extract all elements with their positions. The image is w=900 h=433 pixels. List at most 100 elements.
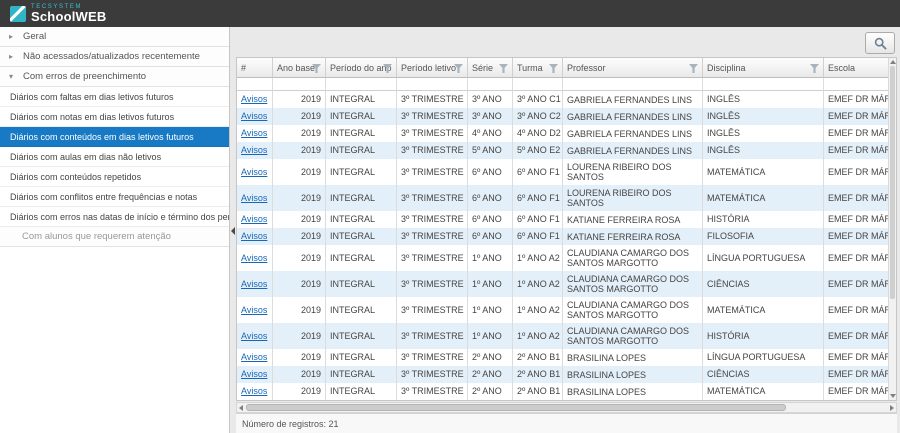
column-header-escola[interactable]: Escola	[824, 58, 888, 78]
cell-disciplina: CIÊNCIAS	[703, 366, 824, 383]
vscroll-thumb[interactable]	[890, 66, 895, 299]
search-button[interactable]	[865, 32, 895, 54]
top-bar: TECSYSTEM SchoolWEB	[0, 0, 900, 27]
column-header-label: Período letivo	[401, 63, 456, 73]
scroll-right-icon[interactable]	[890, 405, 894, 411]
filter-cell-professor[interactable]	[563, 78, 703, 91]
sidebar-item-diarios-com-conteudos-em-dias-letivos-futu[interactable]: Diários com conteúdos em dias letivos fu…	[0, 127, 229, 147]
logo-text: TECSYSTEM SchoolWEB	[31, 4, 106, 23]
horizontal-scrollbar[interactable]	[236, 402, 897, 413]
cell-professor: LOURENA RIBEIRO DOS SANTOS	[563, 185, 703, 211]
avisos-link[interactable]: Avisos	[241, 231, 267, 241]
hscroll-thumb[interactable]	[246, 404, 786, 411]
cell-disciplina: MATEMÁTICA	[703, 297, 824, 323]
column-header-periodo-letivo[interactable]: Período letivo	[397, 58, 468, 78]
avisos-link[interactable]: Avisos	[241, 214, 267, 224]
avisos-link[interactable]: Avisos	[241, 193, 267, 203]
cell-escola: EMEF DR MÁRIO VE	[824, 383, 888, 400]
column-header-label: Série	[472, 63, 493, 73]
scroll-up-icon[interactable]	[890, 60, 896, 64]
cell-num: Avisos	[237, 108, 273, 125]
grid-header-row: #Ano basePeríodo do ano Período letivo Sér…	[237, 58, 888, 78]
cell-periodo_do_ano: INTEGRAL	[326, 91, 397, 108]
cell-turma: 2º ANO B1	[513, 349, 563, 366]
grid-filter-row	[237, 78, 888, 91]
sidebar-section-com-erros-de-preenchimento[interactable]: ▾Com erros de preenchimento	[0, 67, 229, 87]
filter-icon[interactable]	[549, 64, 558, 73]
avisos-link[interactable]: Avisos	[241, 369, 267, 379]
sidebar-section-label: Não acessados/atualizados recentemente	[23, 51, 200, 62]
filter-cell-num[interactable]	[237, 78, 273, 91]
cell-num: Avisos	[237, 211, 273, 228]
scroll-left-icon[interactable]	[239, 405, 243, 411]
cell-disciplina: HISTÓRIA	[703, 323, 824, 349]
cell-escola: EMEF DR MÁRIO VE	[824, 366, 888, 383]
cell-professor: CLAUDIANA CAMARGO DOS SANTOS MARGOTTO	[563, 323, 703, 349]
filter-cell-turma[interactable]	[513, 78, 563, 91]
column-header-professor[interactable]: Professor	[563, 58, 703, 78]
filter-cell-escola[interactable]	[824, 78, 888, 91]
avisos-link[interactable]: Avisos	[241, 253, 267, 263]
sidebar-section-nao-acessados-atualizados-recentemente[interactable]: ▸Não acessados/atualizados recentemente	[0, 47, 229, 67]
filter-cell-ano-base[interactable]	[273, 78, 326, 91]
cell-turma: 3º ANO C2	[513, 108, 563, 125]
cell-professor: CLAUDIANA CAMARGO DOS SANTOS MARGOTTO	[563, 297, 703, 323]
cell-ano_base: 2019	[273, 159, 326, 185]
filter-cell-serie[interactable]	[468, 78, 513, 91]
cell-ano_base: 2019	[273, 349, 326, 366]
column-header-turma[interactable]: Turma	[513, 58, 563, 78]
avisos-link[interactable]: Avisos	[241, 352, 267, 362]
avisos-link[interactable]: Avisos	[241, 386, 267, 396]
sidebar-item-diarios-com-aulas-em-dias-nao-letivos[interactable]: Diários com aulas em dias não letivos	[0, 147, 229, 167]
avisos-link[interactable]: Avisos	[241, 145, 267, 155]
column-header-num[interactable]: #	[237, 58, 273, 78]
sidebar-section-geral[interactable]: ▸Geral	[0, 27, 229, 47]
avisos-link[interactable]: Avisos	[241, 111, 267, 121]
sidebar-item-diarios-com-faltas-em-dias-letivos-futuros[interactable]: Diários com faltas em dias letivos futur…	[0, 87, 229, 107]
cell-ano_base: 2019	[273, 383, 326, 400]
cell-serie: 1º ANO	[468, 245, 513, 271]
sidebar-item-diarios-com-conteudos-repetidos[interactable]: Diários com conteúdos repetidos	[0, 167, 229, 187]
content-area: ▸Geral▸Não acessados/atualizados recente…	[0, 27, 900, 433]
cell-professor: KATIANE FERREIRA ROSA	[563, 228, 703, 245]
cell-escola: EMEF DR MÁRIO VE	[824, 271, 888, 297]
vertical-scrollbar[interactable]	[888, 58, 896, 400]
avisos-link[interactable]: Avisos	[241, 128, 267, 138]
cell-disciplina: CIÊNCIAS	[703, 271, 824, 297]
cell-periodo_letivo: 3º TRIMESTRE	[397, 185, 468, 211]
filter-cell-periodo-do-ano[interactable]	[326, 78, 397, 91]
sidebar-section-com-alunos-que-requerem-atencao[interactable]: Com alunos que requerem atenção	[0, 227, 229, 247]
filter-cell-disciplina[interactable]	[703, 78, 824, 91]
avisos-link[interactable]: Avisos	[241, 279, 267, 289]
sidebar-item-diarios-com-erros-nas-datas-de-inicio-e-te[interactable]: Diários com erros nas datas de início e …	[0, 207, 229, 227]
cell-num: Avisos	[237, 91, 273, 108]
sidebar-item-diarios-com-notas-em-dias-letivos-futuros[interactable]: Diários com notas em dias letivos futuro…	[0, 107, 229, 127]
main-panel: #Ano basePeríodo do ano Período letivo Sér…	[236, 27, 900, 433]
avisos-link[interactable]: Avisos	[241, 167, 267, 177]
column-header-periodo-do-ano[interactable]: Período do ano	[326, 58, 397, 78]
avisos-link[interactable]: Avisos	[241, 331, 267, 341]
grid-scroll-area: #Ano basePeríodo do ano Período letivo Sér…	[237, 58, 888, 400]
avisos-link[interactable]: Avisos	[241, 305, 267, 315]
column-header-ano-base[interactable]: Ano base	[273, 58, 326, 78]
filter-icon[interactable]	[810, 64, 819, 73]
filter-icon[interactable]	[689, 64, 698, 73]
cell-serie: 6º ANO	[468, 159, 513, 185]
avisos-link[interactable]: Avisos	[241, 94, 267, 104]
sidebar-section-label: Com alunos que requerem atenção	[22, 231, 171, 242]
filter-cell-periodo-letivo[interactable]	[397, 78, 468, 91]
cell-periodo_do_ano: INTEGRAL	[326, 349, 397, 366]
cell-professor: BRASILINA LOPES	[563, 366, 703, 383]
table-row: Avisos2019INTEGRAL3º TRIMESTRE2º ANO2º A…	[237, 349, 888, 366]
column-header-label: Disciplina	[707, 63, 746, 73]
cell-periodo_do_ano: INTEGRAL	[326, 297, 397, 323]
cell-ano_base: 2019	[273, 142, 326, 159]
column-header-disciplina[interactable]: Disciplina	[703, 58, 824, 78]
scroll-down-icon[interactable]	[890, 394, 896, 398]
sidebar-item-diarios-com-conflitos-entre-frequencias-e-[interactable]: Diários com conflitos entre frequências …	[0, 187, 229, 207]
results-table: #Ano basePeríodo do ano Período letivo Sér…	[237, 58, 888, 400]
cell-disciplina: INGLÊS	[703, 125, 824, 142]
column-header-serie[interactable]: Série	[468, 58, 513, 78]
cell-turma: 6º ANO F1	[513, 228, 563, 245]
filter-icon[interactable]	[499, 64, 508, 73]
